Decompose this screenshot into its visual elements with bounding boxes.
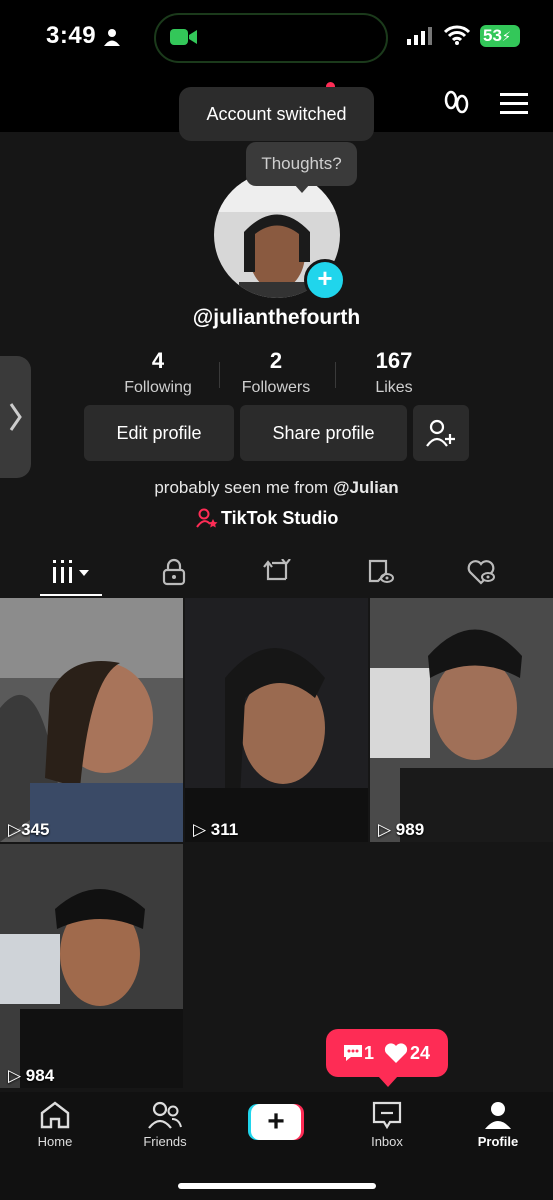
video-thumbnail[interactable]: ▷ 311 bbox=[185, 598, 368, 842]
profile-bio: probably seen me from @Julian bbox=[0, 478, 553, 498]
bubble-tail bbox=[294, 184, 310, 193]
nav-friends[interactable]: Friends bbox=[120, 1100, 210, 1149]
share-profile-button[interactable]: Share profile bbox=[240, 405, 407, 461]
nav-friends-label: Friends bbox=[143, 1134, 187, 1149]
home-indicator bbox=[178, 1183, 376, 1189]
nav-profile-label: Profile bbox=[477, 1134, 519, 1149]
battery-indicator: 53⚡ bbox=[480, 25, 520, 47]
liked-tab-icon[interactable] bbox=[467, 559, 497, 585]
battery-level: 53 bbox=[483, 26, 502, 45]
video-thumbnail[interactable]: ▷ 984 bbox=[0, 844, 183, 1088]
followers-count: 2 bbox=[269, 348, 283, 373]
following-label: Following bbox=[124, 379, 192, 396]
heart-icon bbox=[384, 1043, 408, 1063]
repost-tab-icon[interactable] bbox=[262, 559, 292, 585]
video-thumbnail[interactable]: ▷345 bbox=[0, 598, 183, 842]
view-count-value: 311 bbox=[210, 820, 239, 839]
profile-icon bbox=[485, 1102, 511, 1129]
nav-home[interactable]: Home bbox=[10, 1100, 100, 1149]
private-lock-tab-icon[interactable] bbox=[162, 558, 186, 586]
profile-handle: @julianthefourth bbox=[192, 306, 361, 329]
view-count: ▷345 bbox=[8, 820, 49, 840]
create-button[interactable]: + bbox=[248, 1104, 304, 1140]
menu-icon[interactable] bbox=[500, 93, 528, 115]
view-count: ▷ 984 bbox=[8, 1066, 54, 1086]
add-person-icon bbox=[426, 419, 455, 447]
bio-text: probably seen me from bbox=[154, 478, 329, 497]
view-count-value: 984 bbox=[25, 1066, 55, 1085]
videos-grid-tab-icon[interactable] bbox=[53, 560, 93, 584]
home-icon bbox=[40, 1101, 70, 1129]
following-stat[interactable]: 4 Following bbox=[98, 348, 218, 397]
notification-tail bbox=[378, 1076, 398, 1087]
play-icon: ▷ bbox=[8, 820, 22, 839]
nav-profile[interactable]: Profile bbox=[453, 1100, 543, 1149]
video-thumbnail[interactable]: ▷ 989 bbox=[370, 598, 553, 842]
play-icon: ▷ bbox=[8, 1066, 26, 1085]
plus-icon: + bbox=[251, 1104, 301, 1140]
activity-notification[interactable]: 1 24 bbox=[326, 1029, 448, 1077]
play-icon: ▷ bbox=[378, 820, 396, 839]
nav-inbox-label: Inbox bbox=[371, 1134, 403, 1149]
studio-person-icon bbox=[196, 508, 218, 528]
friends-icon bbox=[148, 1101, 182, 1129]
active-tab-indicator bbox=[40, 594, 102, 596]
bio-mention-link[interactable]: @Julian bbox=[333, 478, 399, 497]
studio-label: TikTok Studio bbox=[221, 508, 339, 528]
edit-profile-button[interactable]: Edit profile bbox=[84, 405, 234, 461]
followers-stat[interactable]: 2 Followers bbox=[216, 348, 336, 397]
following-count: 4 bbox=[151, 348, 165, 373]
nav-home-label: Home bbox=[37, 1134, 73, 1149]
view-count-value: 345 bbox=[21, 820, 50, 839]
likes-stat[interactable]: 167 Likes bbox=[334, 348, 454, 397]
inbox-icon bbox=[372, 1101, 402, 1130]
comment-icon bbox=[344, 1045, 362, 1061]
comment-count: 1 bbox=[364, 1043, 375, 1063]
wifi-icon bbox=[444, 25, 470, 45]
charging-bolt-icon: ⚡ bbox=[501, 29, 512, 44]
thoughts-bubble[interactable]: Thoughts? bbox=[246, 142, 357, 186]
favorites-tab-icon[interactable] bbox=[367, 559, 395, 585]
video-call-icon bbox=[170, 29, 197, 45]
cellular-signal-icon bbox=[407, 27, 432, 45]
person-icon bbox=[104, 29, 120, 46]
add-story-icon[interactable]: + bbox=[304, 259, 346, 301]
view-count: ▷ 989 bbox=[378, 820, 424, 840]
likes-count: 167 bbox=[375, 348, 413, 373]
nav-inbox[interactable]: Inbox bbox=[342, 1100, 432, 1149]
like-count: 24 bbox=[410, 1043, 431, 1063]
side-drawer-tab[interactable] bbox=[0, 356, 31, 478]
footprints-icon[interactable] bbox=[443, 90, 471, 118]
view-count-value: 989 bbox=[395, 820, 425, 839]
add-friend-button[interactable] bbox=[413, 405, 469, 461]
chevron-right-icon bbox=[9, 403, 22, 431]
account-switched-toast: Account switched bbox=[179, 87, 374, 141]
followers-label: Followers bbox=[241, 379, 311, 396]
content-tabs bbox=[0, 548, 553, 598]
play-icon: ▷ bbox=[193, 820, 211, 839]
status-time: 3:49 bbox=[46, 22, 97, 49]
view-count: ▷ 311 bbox=[193, 820, 238, 840]
tiktok-studio-link[interactable]: TikTok Studio bbox=[196, 508, 338, 529]
likes-label: Likes bbox=[375, 379, 413, 396]
